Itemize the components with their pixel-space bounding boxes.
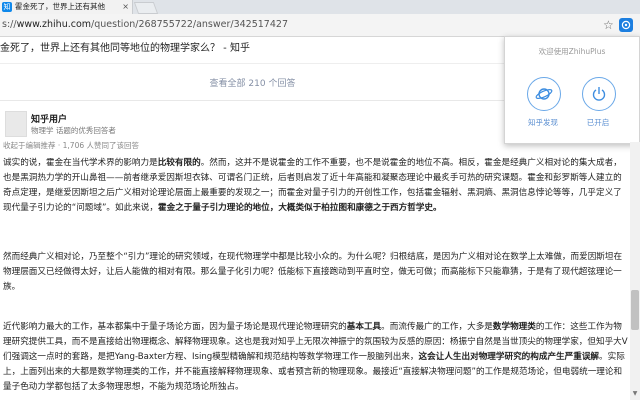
text-run: 近代影响力最大的工作，基本都集中于量子场论方面，因为量子场论是现代理论物理研究的 <box>3 322 347 332</box>
scrollbar-track[interactable] <box>630 142 640 400</box>
discover-label[interactable]: 知乎发现 <box>518 117 568 128</box>
bold-text: 霍金之于量子引力理论的地位，大概类似于柏拉图和康德之于西方哲学史。 <box>158 203 442 213</box>
bold-text: 比较有限的 <box>157 158 201 168</box>
answer-paragraph: 近代影响力最大的工作，基本都集中于量子场论方面，因为量子场论是现代理论物理研究的… <box>3 320 628 395</box>
scroll-down-arrow-icon[interactable]: ▼ <box>631 390 639 398</box>
tab-close-icon[interactable]: × <box>122 0 129 14</box>
answer-paragraph: 诚实的说，霍金在当代学术界的影响力是比较有限的。然而，这并不是说霍金的工作不重要… <box>3 156 628 216</box>
zhihuplus-icon[interactable] <box>619 18 633 32</box>
tab-strip: 知霍金死了，世界上还有其他 × <box>0 0 640 14</box>
divider <box>0 100 505 101</box>
scrollbar-thumb[interactable] <box>631 290 639 330</box>
view-all-answers-link[interactable]: 查看全部 210 个回答 <box>0 76 505 89</box>
bold-text: 这会让人生出对物理学研究的构成产生严重误解 <box>418 352 600 362</box>
browser-tab[interactable]: 知霍金死了，世界上还有其他 × <box>0 0 133 14</box>
new-tab-button[interactable] <box>133 2 159 14</box>
url-text[interactable]: s://www.zhihu.com/question/268755722/ans… <box>2 14 288 36</box>
text-run: 。而流传最广的工作，大多是 <box>381 322 493 332</box>
bold-text: 基本工具 <box>346 322 382 332</box>
popup-title: 欢迎使用ZhihuPlus <box>538 47 606 56</box>
divider <box>0 63 505 64</box>
enabled-toggle[interactable] <box>582 77 616 111</box>
enabled-label[interactable]: 已开启 <box>573 117 623 128</box>
bookmark-star-icon[interactable]: ☆ <box>603 18 614 32</box>
avatar[interactable] <box>5 111 27 137</box>
planet-icon <box>535 88 553 100</box>
url-host: www.zhihu.com <box>16 19 92 30</box>
author-name[interactable]: 知乎用户 <box>31 112 67 125</box>
answer-paragraph: 然而经典广义相对论，乃至整个“引力”理论的研究领域，在现代物理学中都是比较小众的… <box>3 252 623 292</box>
bold-text: 数学物理类 <box>492 322 536 332</box>
url-path: /question/268755722/answer/342517427 <box>91 19 288 30</box>
text-run: 诚实的说，霍金在当代学术界的影响力是 <box>3 158 158 168</box>
author-badge: 物理学 话题的优秀回答者 <box>31 126 116 135</box>
zhihuplus-popup: 欢迎使用ZhihuPlus 知乎发现 已开启 <box>504 36 640 144</box>
url-prefix: s:// <box>2 19 17 30</box>
discover-button[interactable] <box>527 77 561 111</box>
vote-count: 收起于编辑推荐 · 1,706 人赞同了该回答 <box>3 141 140 150</box>
address-bar[interactable]: s://www.zhihu.com/question/268755722/ans… <box>0 14 640 37</box>
zhihu-favicon-icon: 知 <box>2 2 12 12</box>
power-icon <box>592 87 606 101</box>
tab-title: 霍金死了，世界上还有其他 <box>15 2 105 11</box>
page-title: 金死了，世界上还有其他同等地位的物理学家么？ - 知乎 <box>0 43 250 54</box>
